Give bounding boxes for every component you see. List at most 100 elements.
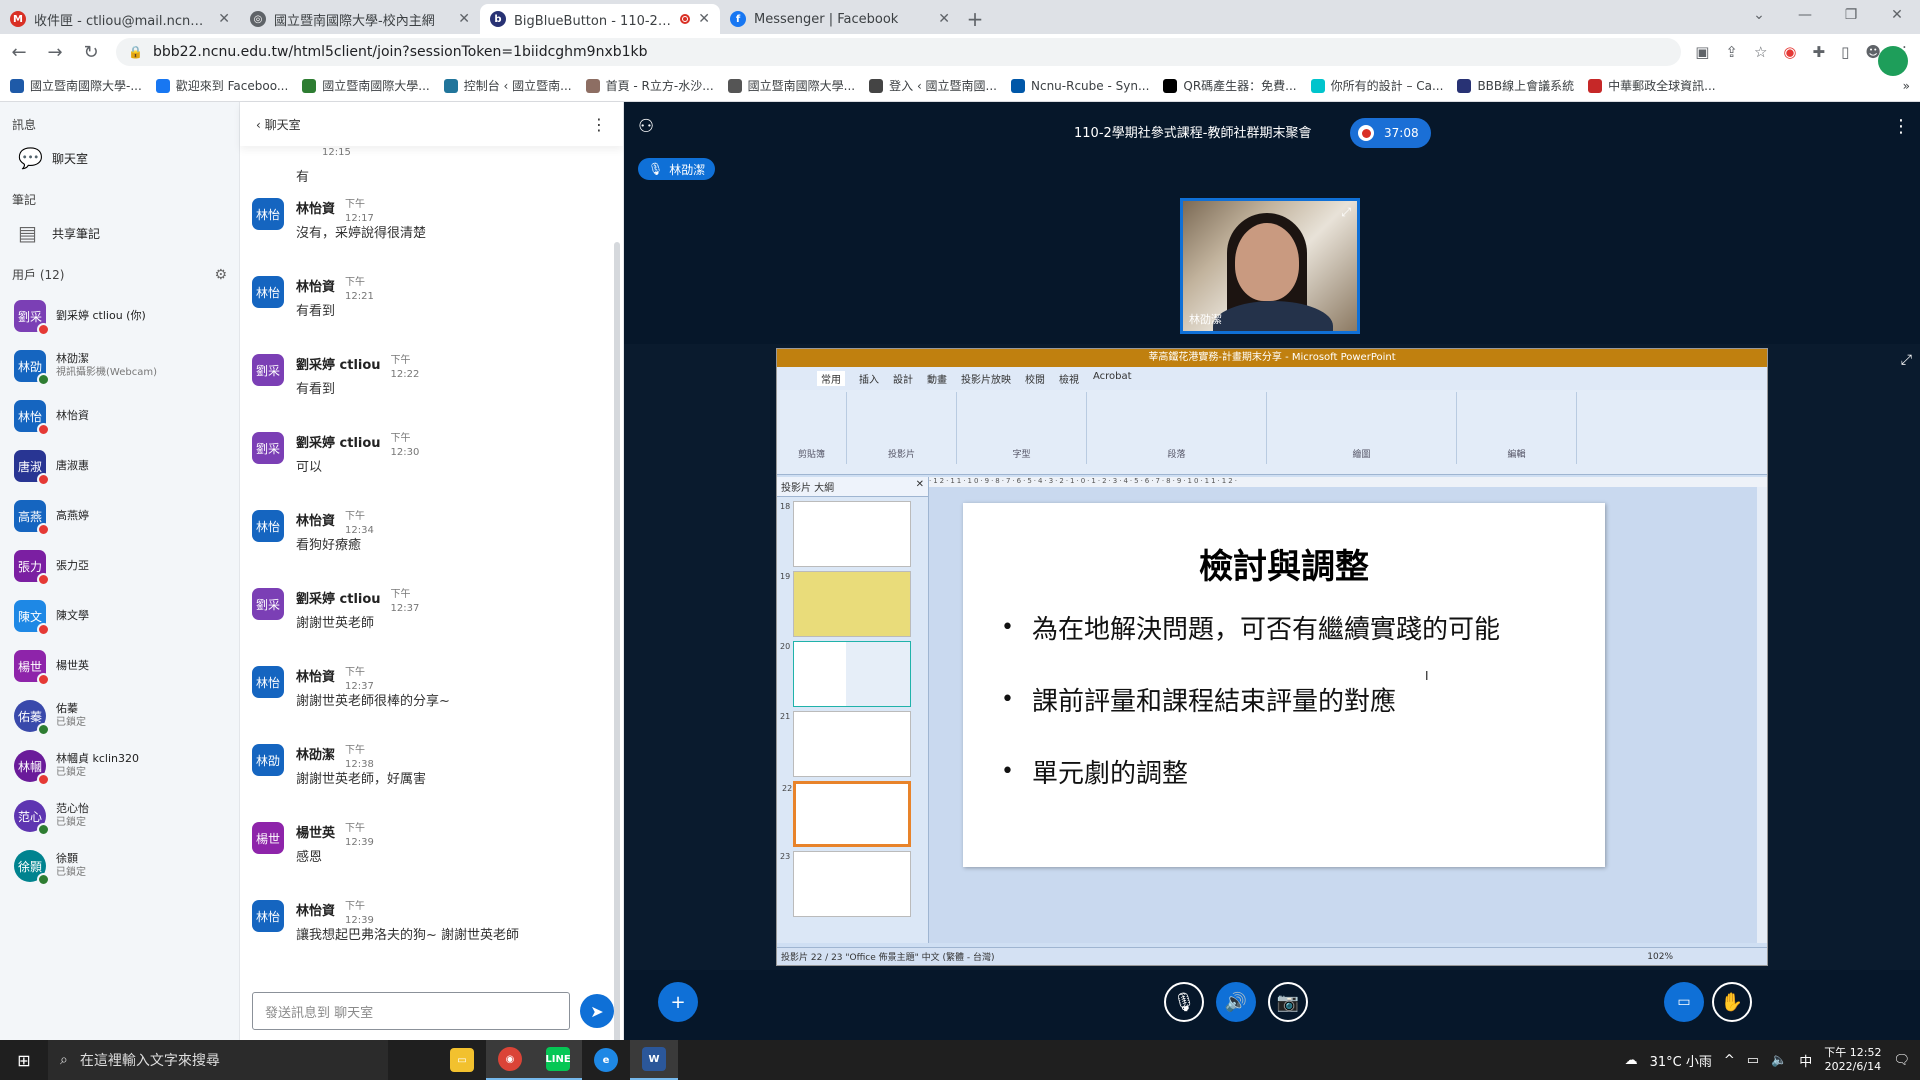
bookmark-item[interactable]: 控制台 ‹ 國立暨南... — [443, 77, 572, 94]
browser-tab[interactable]: M 收件匣 - ctliou@mail.ncnu.edu... ✕ — [0, 4, 240, 34]
tab-label: 收件匣 - ctliou@mail.ncnu.edu... — [34, 13, 211, 29]
bookmark-star-icon[interactable]: ☆ — [1754, 43, 1767, 61]
word-icon[interactable]: W — [630, 1040, 678, 1080]
reload-icon[interactable]: ↻ — [80, 42, 102, 63]
minimize-button[interactable]: — — [1782, 7, 1828, 23]
chat-message: 林怡 林怡資 下午 12:21 有看到 — [240, 268, 613, 346]
avatar-initials: 張力 — [17, 559, 42, 574]
bookmark-item[interactable]: 中華郵政全球資訊... — [1588, 77, 1716, 94]
bookmark-favicon-icon — [10, 78, 24, 93]
connection-status-button[interactable] — [1878, 46, 1908, 76]
bookmark-item[interactable]: 國立暨南國際大學... — [302, 77, 430, 94]
browser-tab[interactable]: f Messenger | Facebook ✕ — [720, 4, 960, 34]
bookmark-item[interactable]: 國立暨南國際大學... — [727, 77, 855, 94]
chat-nav-item[interactable]: 💬 聊天室 — [0, 139, 239, 177]
chrome-icon[interactable]: ◉ — [486, 1040, 534, 1080]
browser-tab[interactable]: ◎ 國立暨南國際大學-校內主網 ✕ — [240, 4, 480, 34]
close-tab-icon[interactable]: ✕ — [698, 11, 710, 27]
new-tab-button[interactable]: + — [960, 4, 990, 34]
user-list-item[interactable]: 林怡 林怡資 — [0, 391, 239, 441]
user-list-item[interactable]: 林劭 林劭潔 視訊攝影機(Webcam) — [0, 341, 239, 391]
bookmarks-overflow-icon[interactable]: » — [1903, 79, 1910, 93]
users-list: 劉采 劉采婷 ctliou (你) 林劭 林劭潔 視訊攝影機(Webcam) 林怡 林怡資唐… — [0, 291, 239, 891]
file-explorer-icon[interactable]: ▭ — [438, 1040, 486, 1080]
fullscreen-presentation-icon[interactable]: ⤢ — [1901, 352, 1912, 368]
volume-icon[interactable]: 🔈 — [1771, 1053, 1787, 1068]
avatar-initials: 林劭 — [255, 753, 280, 768]
close-tab-icon[interactable]: ✕ — [938, 11, 950, 27]
user-list-item[interactable]: 范心 范心怡 已鎖定 — [0, 791, 239, 841]
user-list-panel: 訊息 💬 聊天室 筆記 ▤ 共享筆記 用戶 (12) ⚙ 劉采 劉采婷 ctlio… — [0, 102, 240, 1040]
gear-icon[interactable]: ⚙ — [214, 267, 227, 283]
user-list-item[interactable]: 楊世 楊世英 — [0, 641, 239, 691]
bookmark-item[interactable]: 首頁 - R立方-水沙... — [585, 77, 714, 94]
edge-icon[interactable]: e — [582, 1040, 630, 1080]
bookmark-item[interactable]: 國立暨南國際大學-... — [10, 77, 142, 94]
bookmark-item[interactable]: 你所有的設計 – Ca... — [1310, 77, 1443, 94]
message-text: 沒有，采婷說得很清楚 — [296, 226, 427, 241]
network-icon[interactable]: ▭ — [1747, 1053, 1759, 1068]
message-text: 讓我想起巴弗洛夫的狗~ 謝謝世英老師 — [296, 928, 520, 943]
actions-plus-button[interactable]: + — [658, 982, 698, 1022]
user-list-item[interactable]: 佑蓁 佑蓁 已鎖定 — [0, 691, 239, 741]
user-list-item[interactable]: 林幗 林幗貞 kclin320 已鎖定 — [0, 741, 239, 791]
fullscreen-icon[interactable]: ⤢ — [1341, 205, 1351, 220]
tab-search-icon[interactable]: ⌄ — [1736, 7, 1782, 23]
url-field[interactable]: 🔒 bbb22.ncnu.edu.tw/html5client/join?ses… — [116, 38, 1682, 66]
chat-message: 林怡 林怡資 下午 12:34 看狗好療癒 — [240, 502, 613, 580]
recording-indicator[interactable]: 37:08 — [1350, 118, 1431, 148]
ppt-ribbon: 常用 插入 設計 動畫 投影片放映 校閱 檢視 Acrobat 剪貼簿 投影片 字型 段落 繪圖 編輯 — [777, 367, 1767, 475]
mute-microphone-button[interactable]: 🎙 — [1164, 982, 1204, 1022]
chat-options-icon[interactable]: ⋮ — [591, 115, 607, 134]
share-icon[interactable]: ⇪ — [1725, 43, 1738, 61]
ime-indicator[interactable]: 中 — [1799, 1051, 1812, 1070]
avatar-initials: 徐顥 — [17, 859, 42, 874]
forward-icon[interactable]: → — [44, 42, 66, 63]
chat-back-button[interactable]: ‹ 聊天室 — [256, 116, 301, 133]
bookmark-item[interactable]: QR碼產生器：免費... — [1163, 77, 1297, 94]
user-list-item[interactable]: 劉采 劉采婷 ctliou (你) — [0, 291, 239, 341]
presentation-toggle-button[interactable]: ▭ — [1664, 982, 1704, 1022]
shared-notes-nav-item[interactable]: ▤ 共享筆記 — [0, 214, 239, 252]
bookmark-item[interactable]: 歡迎來到 Faceboo... — [155, 77, 288, 94]
notification-icon[interactable]: 🗨 — [1893, 1053, 1910, 1068]
user-list-toggle-icon[interactable]: ⚇ — [638, 116, 654, 137]
tray-arrow-icon[interactable]: ^ — [1724, 1053, 1735, 1068]
close-tab-icon[interactable]: ✕ — [458, 11, 470, 27]
camera-off-button[interactable]: 📷 — [1268, 982, 1308, 1022]
bookmark-item[interactable]: BBB線上會議系統 — [1457, 77, 1574, 94]
status-badge — [37, 373, 50, 386]
user-list-item[interactable]: 高燕 高燕婷 — [0, 491, 239, 541]
chat-scrollbar[interactable] — [614, 242, 620, 1072]
more-options-icon[interactable]: ⋮ — [1892, 116, 1910, 137]
browser-tab[interactable]: b BigBlueButton - 110-2學期 ✕ — [480, 4, 720, 34]
user-list-item[interactable]: 徐顥 徐顥 已鎖定 — [0, 841, 239, 891]
extensions-icon[interactable]: ✚ — [1813, 43, 1826, 61]
send-button[interactable]: ➤ — [580, 994, 614, 1028]
user-list-item[interactable]: 張力 張力亞 — [0, 541, 239, 591]
user-status-text: 已鎖定 — [56, 767, 86, 778]
webcam-video[interactable]: 林劭潔 ⤢ — [1180, 198, 1360, 334]
restore-button[interactable]: ❐ — [1828, 7, 1874, 23]
chat-message-input[interactable]: 發送訊息到 聊天室 — [252, 992, 570, 1030]
raise-hand-button[interactable]: ✋ — [1712, 982, 1752, 1022]
talker-name: 林劭潔 — [669, 162, 706, 177]
weather-text[interactable]: 31°C 小雨 — [1650, 1051, 1712, 1070]
back-icon[interactable]: ← — [8, 42, 30, 63]
close-window-button[interactable]: ✕ — [1874, 7, 1920, 23]
close-tab-icon[interactable]: ✕ — [218, 11, 230, 27]
clock[interactable]: 下午 12:52 2022/6/14 — [1824, 1046, 1881, 1074]
opera-icon[interactable]: ◉ — [1783, 43, 1796, 61]
sidepanel-icon[interactable]: ▯ — [1841, 43, 1849, 61]
windows-start-icon[interactable]: ⊞ — [0, 1040, 48, 1080]
user-list-item[interactable]: 陳文 陳文學 — [0, 591, 239, 641]
line-icon[interactable]: LINE — [534, 1040, 582, 1080]
taskbar-search[interactable]: ⌕ 在這裡輸入文字來搜尋 — [48, 1040, 388, 1080]
user-list-item[interactable]: 唐淑 唐淑惠 — [0, 441, 239, 491]
camera-icon[interactable]: ▣ — [1695, 43, 1709, 61]
user-info: 林劭潔 視訊攝影機(Webcam) — [56, 352, 157, 380]
audio-button[interactable]: 🔊 — [1216, 982, 1256, 1022]
status-badge — [37, 723, 50, 736]
bookmark-item[interactable]: Ncnu-Rcube - Syn... — [1011, 78, 1149, 93]
bookmark-item[interactable]: 登入 ‹ 國立暨南國... — [869, 77, 997, 94]
